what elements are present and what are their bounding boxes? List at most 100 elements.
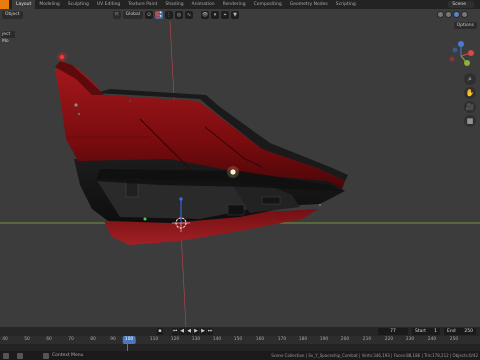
viewport-scene (0, 20, 480, 327)
mouse-middle-icon (17, 352, 23, 359)
tab-texture-paint[interactable]: Texture Paint (124, 0, 161, 9)
start-frame-value: 1 (434, 329, 437, 334)
ship-bolt (318, 203, 322, 207)
tab-sculpting[interactable]: Sculpting (64, 0, 93, 9)
proportional-falloff-icon[interactable]: ∿ (185, 11, 194, 19)
blender-logo-icon[interactable] (0, 0, 9, 9)
tick-label: 230 (405, 337, 415, 342)
start-frame-field[interactable]: Start 1 (412, 328, 440, 335)
ship-bolt (129, 100, 131, 102)
tab-shading[interactable]: Shading (161, 0, 187, 9)
overlays-icon[interactable]: ▾ (211, 11, 220, 19)
tick-label: 40 (2, 337, 8, 342)
top-menu-bar: Layout Modeling Sculpting UV Editing Tex… (0, 0, 480, 9)
tick-label: 250 (449, 337, 459, 342)
tab-animation[interactable]: Animation (188, 0, 219, 9)
tick-label: 60 (46, 337, 52, 342)
current-frame-field[interactable]: 77 (378, 328, 408, 335)
camera-view-icon[interactable]: 🎥 (464, 101, 476, 113)
visibility-icon[interactable]: 👁 (201, 11, 210, 19)
tick-label: 190 (319, 337, 329, 342)
tick-label: 170 (277, 337, 287, 342)
tab-geometry-nodes[interactable]: Geometry Nodes (286, 0, 332, 9)
solid-shading-icon[interactable] (445, 11, 452, 18)
ship-hatch (227, 204, 245, 216)
options-dropdown[interactable]: Options (453, 22, 477, 29)
tick-label: 210 (362, 337, 372, 342)
navigation-gizmo[interactable] (444, 39, 478, 73)
tab-modeling[interactable]: Modeling (35, 0, 63, 9)
shading-mode-group (436, 11, 468, 18)
toolbar-mode-label: ject Mo (1, 31, 15, 44)
pan-hand-icon[interactable]: ✋ (464, 87, 476, 99)
play-icon[interactable]: ▶ (193, 328, 199, 335)
gizmo-z-axis-icon (458, 41, 464, 47)
jump-key-forward-icon[interactable]: ▶ (200, 328, 206, 335)
end-frame-field[interactable]: End 250 (444, 328, 476, 335)
gizmo-neg-z-icon (452, 47, 458, 53)
transform-gizmo-z-handle (179, 197, 183, 201)
tick-label: 200 (340, 337, 350, 342)
tick-label: 180 (298, 337, 308, 342)
tick-label: 160 (255, 337, 265, 342)
jump-start-icon[interactable]: ▪ (157, 328, 163, 335)
selected-object-origin (143, 217, 147, 221)
material-preview-shading-icon[interactable] (453, 11, 460, 18)
tick-label: 240 (427, 337, 437, 342)
timeline-ruler[interactable]: 40 50 60 70 80 90 100 110 120 130 140 15… (0, 336, 480, 344)
tab-rendering[interactable]: Rendering (219, 0, 250, 9)
tick-label: 220 (384, 337, 394, 342)
transform-orientation-icon[interactable]: ⤧ (112, 11, 121, 19)
tick-label: 150 (233, 337, 243, 342)
end-frame-label: End (447, 329, 456, 334)
tab-uv-editing[interactable]: UV Editing (93, 0, 124, 9)
jump-to-end-icon[interactable]: ⏭ (207, 328, 213, 335)
tick-label: 130 (191, 337, 201, 342)
playhead-line (127, 336, 128, 351)
tick-label: 80 (90, 337, 96, 342)
ship-beacon-glow (57, 52, 67, 62)
gizmo-neg-x-icon (449, 56, 455, 62)
tick-label: 140 (212, 337, 222, 342)
tick-label: 120 (170, 337, 180, 342)
scene-statistics: Scene Collection | Sv_Y_Spaceship_Combat… (271, 353, 478, 358)
ship-bolt (77, 112, 81, 116)
xray-icon[interactable]: ⌖ (221, 11, 230, 19)
grid-view-icon[interactable]: ▦ (464, 115, 476, 127)
wireframe-shading-icon[interactable] (437, 11, 444, 18)
tick-label: 110 (149, 337, 159, 342)
gizmo-y-axis-icon (464, 60, 470, 66)
jump-key-back-icon[interactable]: ◀ (179, 328, 185, 335)
tick-label: 70 (68, 337, 74, 342)
3d-viewport[interactable]: Object ⤧ Global ⊙ 🧲 ⋮ ◎ ∿ 👁 ▾ ⌖ ▼ Option… (0, 9, 480, 327)
tab-layout[interactable]: Layout (12, 0, 36, 9)
jump-to-start-icon[interactable]: ⏮ (172, 328, 178, 335)
scene-selector[interactable]: Scene (448, 1, 474, 8)
filter-icon[interactable]: ▼ (231, 11, 240, 19)
tab-scripting[interactable]: Scripting (332, 0, 360, 9)
ship-light-glow (227, 166, 239, 178)
tick-label: 90 (110, 337, 116, 342)
play-reverse-icon[interactable]: ◀ (186, 328, 192, 335)
mouse-right-icon (43, 352, 49, 359)
tick-label: 50 (24, 337, 30, 342)
gizmo-x-axis-icon (468, 50, 474, 56)
tab-compositing[interactable]: Compositing (250, 0, 286, 9)
ship-bolt (74, 103, 78, 107)
start-frame-label: Start (415, 329, 426, 334)
viewport-header: Object ⤧ Global ⊙ 🧲 ⋮ ◎ ∿ 👁 ▾ ⌖ ▼ (0, 9, 480, 21)
snap-settings-icon[interactable]: ⋮ (165, 11, 174, 19)
pivot-icon[interactable]: ⊙ (145, 11, 154, 19)
timeline-header: ▪ ⏮ ◀ ◀ ▶ ▶ ⏭ 77 Start 1 End 250 (0, 327, 480, 336)
snap-icon[interactable]: 🧲 (155, 11, 164, 19)
timeline-track-area[interactable] (0, 344, 480, 351)
proportional-edit-icon[interactable]: ◎ (175, 11, 184, 19)
frame-cursor[interactable]: 100 (122, 336, 136, 344)
zoom-icon[interactable]: ⌕ (464, 73, 476, 85)
status-hint: Context Menu (52, 353, 84, 358)
rendered-shading-icon[interactable] (461, 11, 468, 18)
transform-orientation-selector[interactable]: Global (122, 11, 144, 19)
mode-selector[interactable]: Object (2, 11, 23, 19)
status-bar: Context Menu Scene Collection | Sv_Y_Spa… (0, 351, 480, 360)
mouse-left-icon (3, 352, 9, 359)
